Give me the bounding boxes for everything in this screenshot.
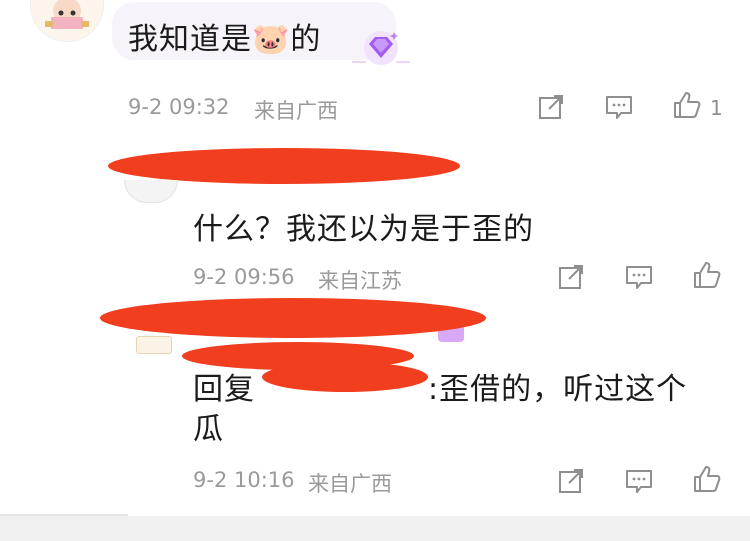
- comment-location: 来自广西: [308, 472, 392, 496]
- reply-prefix: 回复: [193, 372, 255, 407]
- thumbs-up-icon[interactable]: [692, 260, 722, 290]
- comment-icon[interactable]: [624, 262, 654, 292]
- redaction-mark: [108, 148, 460, 184]
- share-icon[interactable]: [556, 262, 586, 292]
- share-icon[interactable]: [536, 92, 566, 122]
- comment-time: 9-2 09:32: [128, 95, 230, 119]
- avatar[interactable]: [136, 336, 172, 354]
- share-icon[interactable]: [556, 466, 586, 496]
- comment-location: 来自江苏: [318, 269, 402, 293]
- diamond-badge-icon: [350, 26, 412, 68]
- avatar[interactable]: [124, 180, 178, 203]
- bottom-divider: [0, 516, 750, 541]
- comment-icon[interactable]: [624, 466, 654, 496]
- comment-time: 9-2 10:16: [193, 468, 295, 492]
- redaction-mark: [100, 298, 486, 338]
- reply-text-continued: 瓜: [193, 412, 224, 447]
- bottom-divider-line: [0, 514, 128, 516]
- comment-icon[interactable]: [604, 92, 634, 122]
- reply-text: :歪借的，听过这个: [428, 372, 688, 407]
- redaction-mark: [262, 362, 428, 392]
- avatar[interactable]: [30, 0, 104, 42]
- comment-location: 来自广西: [254, 99, 338, 123]
- avatar-illustration: [31, 0, 103, 41]
- thumbs-up-icon[interactable]: [672, 90, 702, 120]
- thumbs-up-icon[interactable]: [692, 464, 722, 494]
- reply-text: 什么？我还以为是于歪的: [193, 212, 534, 247]
- comment-time: 9-2 09:56: [193, 265, 295, 289]
- comment-text: 我知道是🐷的: [128, 22, 322, 57]
- like-count: 1: [710, 96, 723, 120]
